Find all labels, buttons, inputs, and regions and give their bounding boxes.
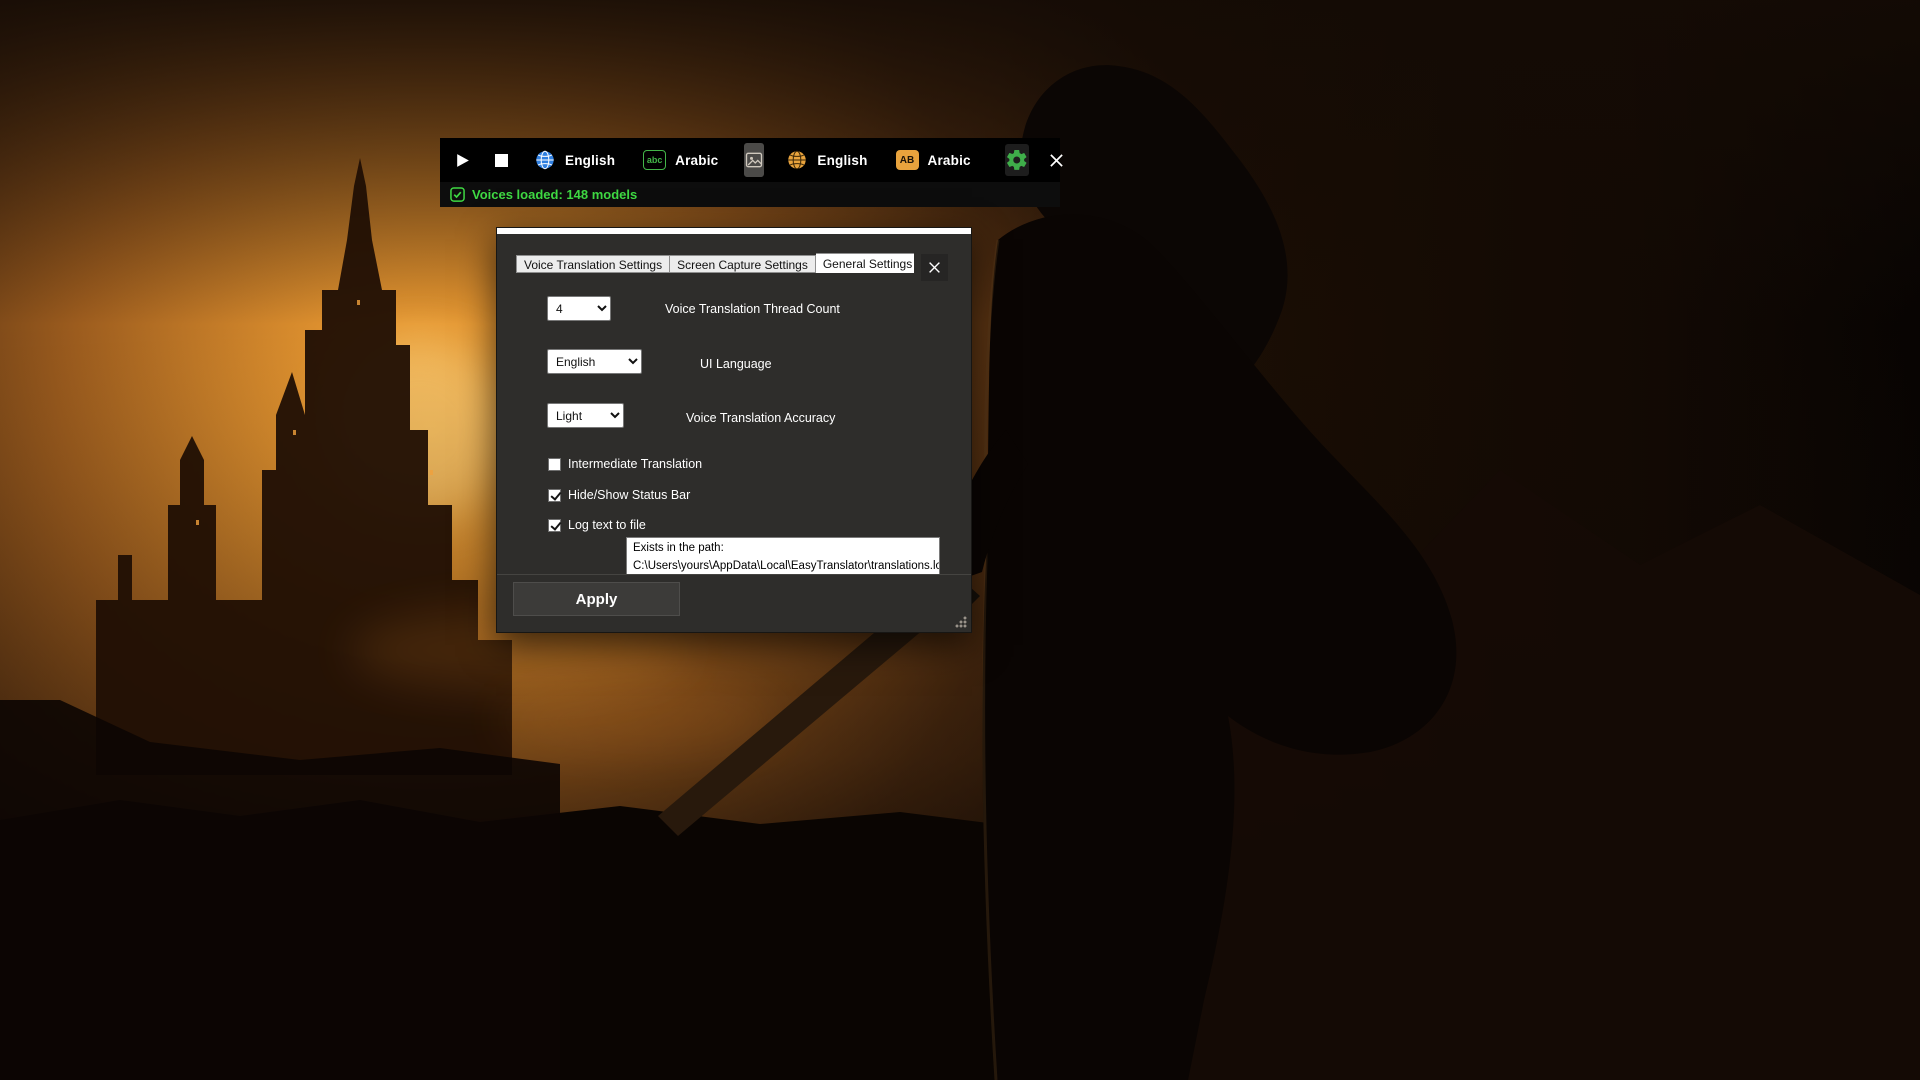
ab-badge-icon: AB bbox=[896, 150, 919, 170]
toolbar-close-button[interactable] bbox=[1049, 153, 1064, 168]
stop-button[interactable] bbox=[495, 154, 508, 167]
target-text-language-label: Arabic bbox=[928, 153, 971, 168]
source-text-language-button[interactable]: abc Arabic bbox=[643, 150, 718, 170]
hide-show-status-bar-checkbox[interactable] bbox=[548, 489, 561, 502]
settings-tabs: Voice Translation Settings Screen Captur… bbox=[516, 253, 914, 273]
intermediate-translation-row: Intermediate Translation bbox=[548, 457, 702, 471]
log-text-to-file-label: Log text to file bbox=[568, 518, 646, 532]
screen-capture-button[interactable] bbox=[744, 143, 764, 177]
screen-capture-icon bbox=[744, 150, 764, 170]
dialog-footer: Apply bbox=[497, 574, 971, 632]
log-path-note-line2: C:\Users\yours\AppData\Local\EasyTransla… bbox=[633, 558, 933, 575]
source-voice-language-label: English bbox=[565, 153, 615, 168]
dialog-titlebar[interactable] bbox=[497, 228, 971, 234]
settings-dialog: Voice Translation Settings Screen Captur… bbox=[496, 227, 972, 633]
log-text-to-file-row: Log text to file bbox=[548, 518, 646, 532]
play-icon bbox=[454, 152, 471, 169]
dialog-close-icon bbox=[928, 261, 941, 274]
thread-count-label: Voice Translation Thread Count bbox=[665, 302, 840, 316]
stop-icon bbox=[495, 154, 508, 167]
thread-count-select[interactable]: 4 bbox=[547, 296, 611, 321]
hide-show-status-bar-row: Hide/Show Status Bar bbox=[548, 488, 690, 502]
translator-toolbar: English abc Arabic English AB Arabic bbox=[440, 138, 1060, 182]
accuracy-select[interactable]: Light bbox=[547, 403, 624, 428]
intermediate-translation-checkbox[interactable] bbox=[548, 458, 561, 471]
target-text-language-button[interactable]: AB Arabic bbox=[896, 150, 971, 170]
settings-button[interactable] bbox=[1005, 144, 1029, 176]
ui-language-label: UI Language bbox=[700, 357, 772, 371]
intermediate-translation-label: Intermediate Translation bbox=[568, 457, 702, 471]
log-path-note: Exists in the path: C:\Users\yours\AppDa… bbox=[626, 537, 940, 575]
tab-screen-capture-settings[interactable]: Screen Capture Settings bbox=[670, 255, 816, 273]
dialog-close-button[interactable] bbox=[921, 254, 948, 281]
ui-language-select[interactable]: English bbox=[547, 349, 642, 374]
accuracy-label: Voice Translation Accuracy bbox=[686, 411, 835, 425]
hide-show-status-bar-label: Hide/Show Status Bar bbox=[568, 488, 690, 502]
apply-button[interactable]: Apply bbox=[513, 582, 680, 616]
tab-voice-translation-settings[interactable]: Voice Translation Settings bbox=[516, 255, 670, 273]
resize-grip[interactable] bbox=[955, 616, 967, 628]
close-icon bbox=[1049, 153, 1064, 168]
status-check-icon bbox=[450, 187, 465, 202]
globe-orange-icon bbox=[786, 149, 808, 171]
source-voice-language-button[interactable]: English bbox=[534, 149, 615, 171]
source-text-language-label: Arabic bbox=[675, 153, 718, 168]
abc-badge-icon: abc bbox=[643, 150, 666, 170]
log-text-to-file-checkbox[interactable] bbox=[548, 519, 561, 532]
target-voice-language-label: English bbox=[817, 153, 867, 168]
globe-blue-icon bbox=[534, 149, 556, 171]
tab-general-settings[interactable]: General Settings bbox=[816, 253, 914, 273]
play-button[interactable] bbox=[454, 152, 471, 169]
log-path-note-line1: Exists in the path: bbox=[633, 540, 933, 558]
status-bar: Voices loaded: 148 models bbox=[440, 182, 1060, 207]
target-voice-language-button[interactable]: English bbox=[786, 149, 867, 171]
gear-icon bbox=[1005, 148, 1029, 172]
status-message: Voices loaded: 148 models bbox=[472, 187, 637, 202]
